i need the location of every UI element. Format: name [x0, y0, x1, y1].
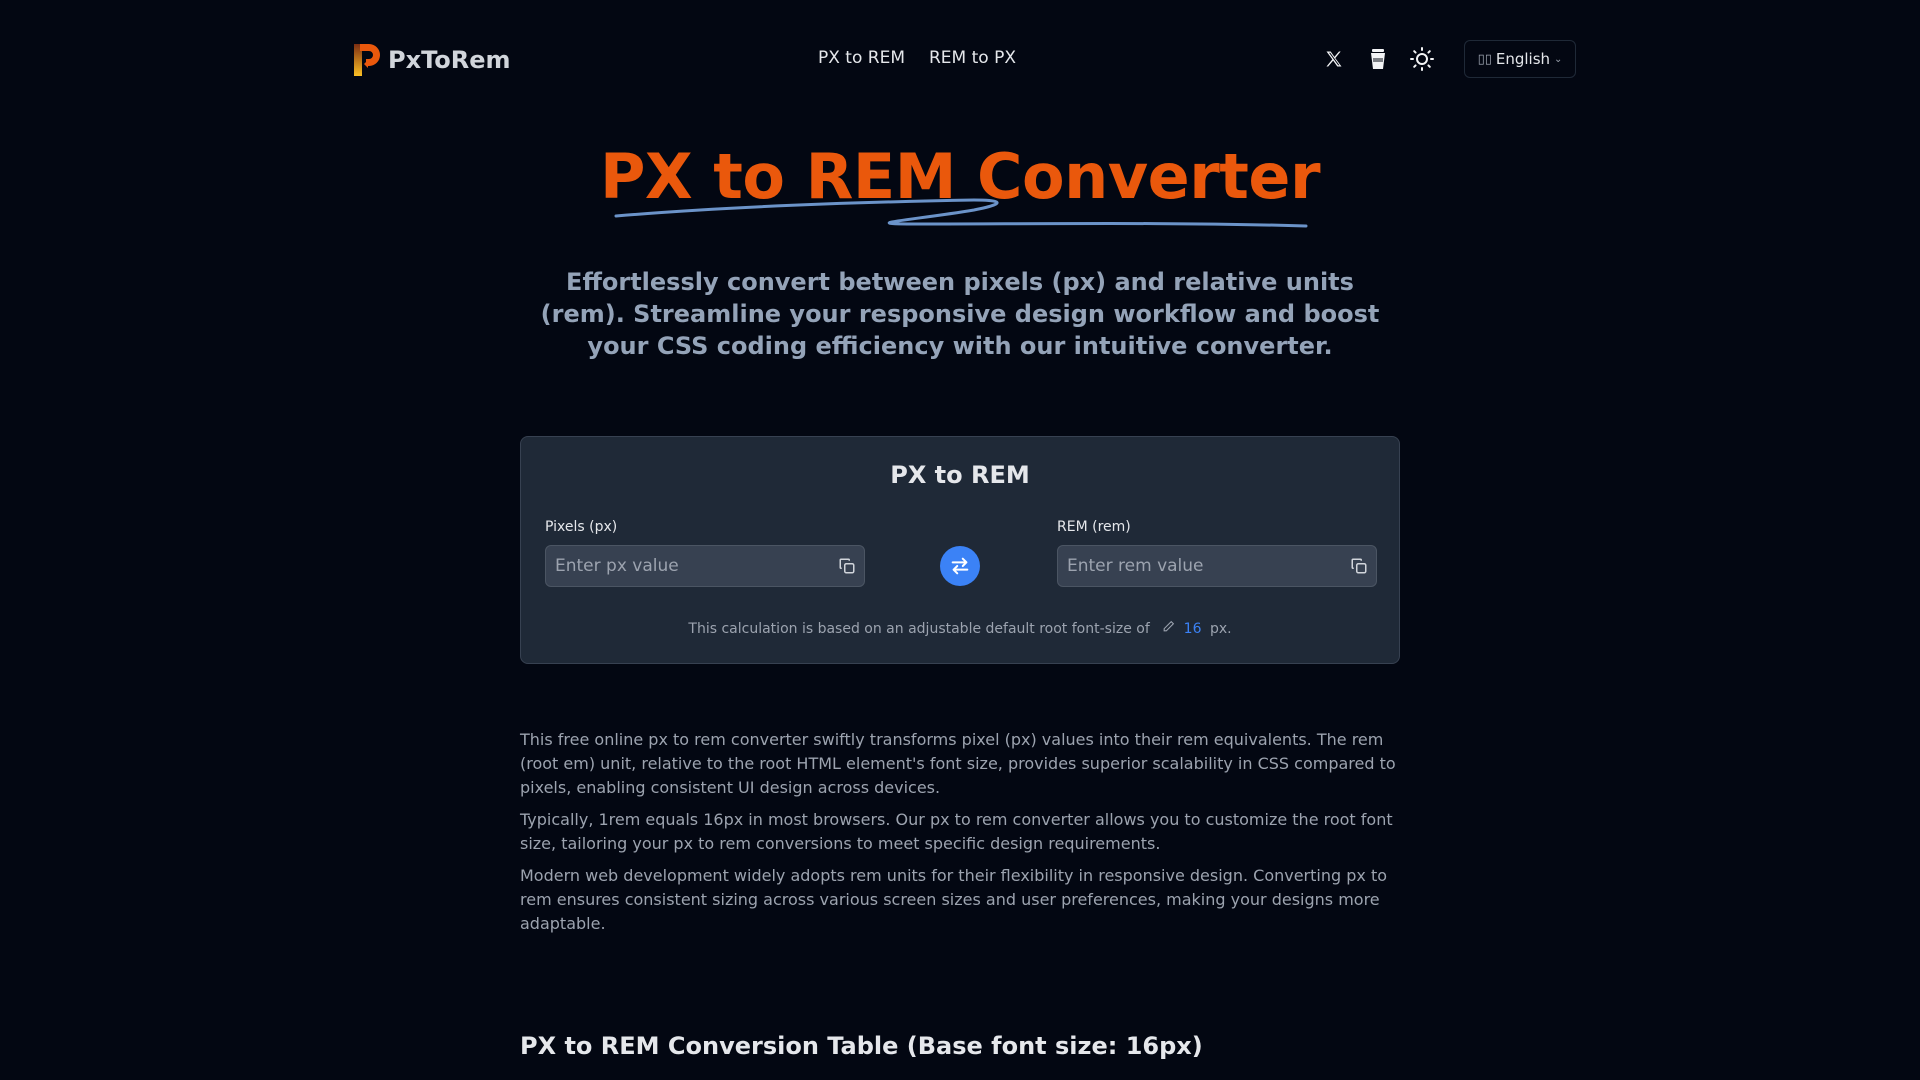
converter-card: PX to REM Pixels (px) REM (rem) This cal…	[520, 436, 1400, 664]
description: This free online px to rem converter swi…	[520, 728, 1400, 944]
swap-arrows-icon	[951, 557, 969, 575]
copy-px-icon[interactable]	[838, 557, 856, 575]
logo-icon	[354, 44, 380, 76]
rem-field: REM (rem)	[1057, 519, 1377, 587]
px-input[interactable]	[546, 546, 864, 586]
description-paragraph: Typically, 1rem equals 16px in most brow…	[520, 810, 1393, 853]
rem-label: REM (rem)	[1057, 519, 1131, 535]
x-twitter-icon[interactable]	[1318, 43, 1350, 75]
note-suffix: px.	[1209, 621, 1232, 637]
root-font-note: This calculation is based on an adjustab…	[521, 620, 1399, 637]
header-tools: ▯▯ English ⌄	[1318, 40, 1576, 78]
site-header: PxToRem PX to REM REM to PX ▯▯ English ⌄	[0, 0, 1920, 120]
nav-px-to-rem[interactable]: PX to REM	[818, 48, 905, 68]
px-label: Pixels (px)	[545, 519, 618, 535]
nav-rem-to-px[interactable]: REM to PX	[929, 48, 1016, 68]
title-underline-decoration	[614, 198, 1308, 228]
coffee-cup-icon[interactable]	[1362, 43, 1394, 75]
sun-icon[interactable]	[1406, 43, 1438, 75]
rem-input[interactable]	[1058, 546, 1376, 586]
note-prefix: This calculation is based on an adjustab…	[688, 621, 1150, 637]
conversion-table-title: PX to REM Conversion Table (Base font si…	[520, 1032, 1203, 1060]
converter-title: PX to REM	[890, 461, 1030, 489]
language-label: English	[1495, 50, 1551, 68]
language-select[interactable]: ▯▯ English ⌄	[1464, 40, 1576, 78]
px-field: Pixels (px)	[545, 519, 865, 587]
logo-link[interactable]: PxToRem	[354, 44, 511, 76]
logo-text: PxToRem	[388, 46, 511, 74]
description-paragraph: Modern web development widely adopts rem…	[520, 866, 1388, 933]
main-nav: PX to REM REM to PX	[818, 48, 1016, 68]
root-font-size-value[interactable]: 16	[1184, 621, 1202, 637]
swap-button[interactable]	[940, 546, 980, 586]
hero-subtitle: Effortlessly convert between pixels (px)…	[540, 268, 1380, 360]
pencil-icon[interactable]	[1162, 620, 1179, 637]
chevron-down-icon: ⌄	[1554, 53, 1563, 65]
description-paragraph: This free online px to rem converter swi…	[520, 730, 1396, 797]
flag-icon: ▯▯	[1477, 51, 1492, 67]
copy-rem-icon[interactable]	[1350, 557, 1368, 575]
